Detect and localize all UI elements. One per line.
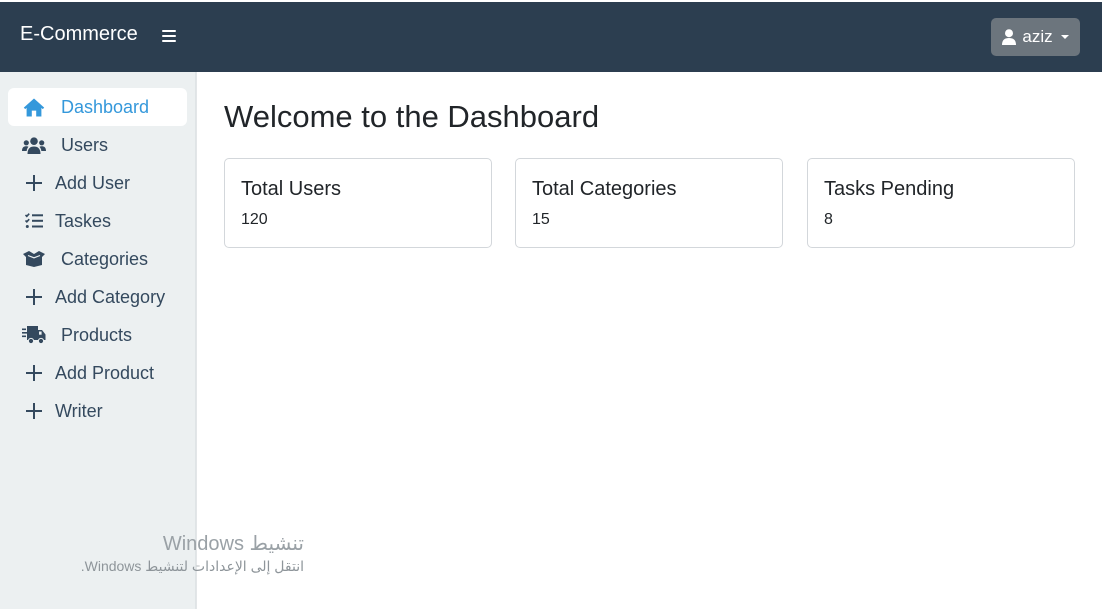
caret-down-icon (1060, 35, 1069, 39)
sidebar-item-label: Users (61, 135, 109, 155)
page-title: Welcome to the Dashboard (224, 99, 600, 134)
card-value: 8 (824, 211, 833, 228)
brand-title[interactable]: E-Commerce (20, 22, 138, 46)
user-icon (1002, 29, 1017, 45)
sidebar-item-add-user[interactable]: Add User (8, 164, 187, 202)
home-icon (22, 97, 46, 117)
box-open-icon (22, 249, 46, 269)
user-menu-button[interactable]: aziz (991, 18, 1080, 56)
card-title: Total Categories (532, 178, 677, 200)
sidebar-item-writer[interactable]: Writer (8, 392, 187, 430)
sidebar: Dashboard Users Add User Taskes Categori… (0, 72, 196, 609)
task-list-icon (22, 211, 46, 231)
truck-icon (22, 325, 46, 345)
card-total-categories: Total Categories 15 (515, 158, 783, 248)
windows-activation-title: تنشيط Windows (162, 533, 304, 555)
sidebar-item-label: Products (61, 325, 133, 345)
sidebar-item-dashboard[interactable]: Dashboard (8, 88, 187, 126)
plus-icon (22, 287, 46, 307)
sidebar-item-taskes[interactable]: Taskes (8, 202, 187, 240)
sidebar-item-users[interactable]: Users (8, 126, 187, 164)
sidebar-item-label: Add Product (55, 363, 155, 383)
sidebar-item-label: Writer (55, 401, 103, 421)
sidebar-item-products[interactable]: Products (8, 316, 187, 354)
plus-icon (22, 401, 46, 421)
top-navbar: E-Commerce aziz (0, 2, 1102, 72)
plus-icon (22, 363, 46, 383)
card-tasks-pending: Tasks Pending 8 (807, 158, 1075, 248)
card-title: Tasks Pending (824, 178, 955, 200)
card-total-users: Total Users 120 (224, 158, 492, 248)
user-name: aziz (1022, 27, 1053, 46)
windows-activation-subtitle: انتقل إلى الإعدادات لتنشيط Windows. (80, 558, 304, 574)
sidebar-item-label: Taskes (55, 211, 112, 231)
sidebar-item-add-category[interactable]: Add Category (8, 278, 187, 316)
card-title: Total Users (241, 178, 342, 200)
sidebar-item-add-product[interactable]: Add Product (8, 354, 187, 392)
users-icon (22, 135, 46, 155)
hamburger-icon[interactable] (160, 28, 178, 44)
main-content: Welcome to the Dashboard Total Users 120… (200, 72, 1102, 609)
card-value: 120 (241, 211, 268, 228)
card-value: 15 (532, 211, 550, 228)
sidebar-item-label: Dashboard (61, 97, 150, 117)
plus-icon (22, 173, 46, 193)
sidebar-item-categories[interactable]: Categories (8, 240, 187, 278)
sidebar-item-label: Categories (61, 249, 149, 269)
sidebar-nav: Dashboard Users Add User Taskes Categori… (8, 88, 187, 430)
sidebar-item-label: Add User (55, 173, 131, 193)
sidebar-item-label: Add Category (55, 287, 166, 307)
